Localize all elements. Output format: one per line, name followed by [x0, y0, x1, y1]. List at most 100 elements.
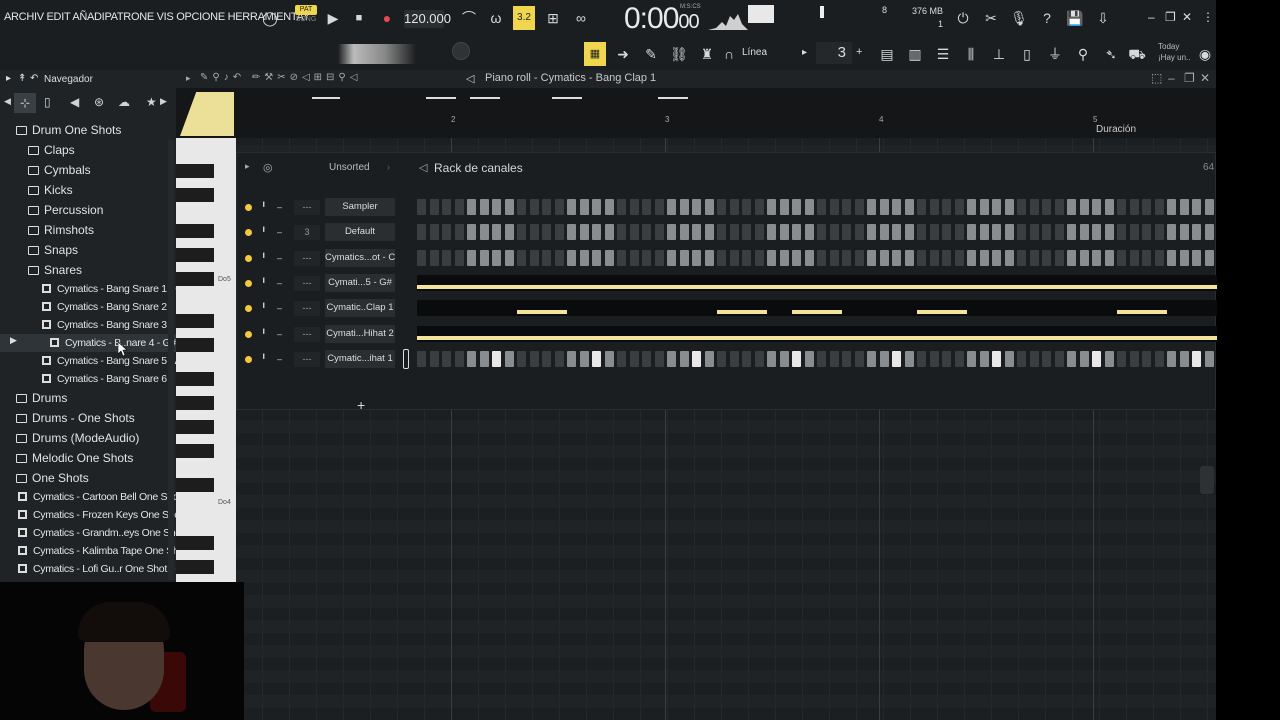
pianoroll-scrollbar[interactable]	[1200, 466, 1214, 494]
more-icon[interactable]: ⋮	[1202, 10, 1214, 24]
step-button[interactable]	[1042, 224, 1051, 241]
step-button[interactable]	[879, 249, 889, 266]
channel-pan-knob-icon[interactable]: ╹	[261, 303, 269, 313]
step-button[interactable]	[417, 199, 426, 215]
browser-menu-icon[interactable]: ▸	[6, 73, 11, 84]
browser-folder[interactable]: Percussion	[0, 200, 176, 220]
tab-speaker-icon[interactable]: ◀	[70, 95, 79, 109]
step-button[interactable]	[667, 224, 676, 241]
step-button[interactable]	[479, 224, 489, 241]
step-button[interactable]	[704, 350, 714, 367]
step-button[interactable]	[517, 199, 526, 215]
step-button[interactable]	[742, 199, 751, 215]
step-button[interactable]	[442, 350, 451, 367]
step-button[interactable]	[904, 350, 914, 367]
step-button[interactable]	[717, 350, 726, 367]
pianoroll-tools-icon[interactable]: ✎⚲♪↶ ✏⚒✂⊘◁⊞⊟⚲◁	[200, 72, 361, 83]
step-button[interactable]	[1167, 350, 1176, 367]
step-button[interactable]	[854, 224, 864, 241]
step-button[interactable]	[929, 350, 939, 367]
step-button[interactable]	[504, 199, 514, 215]
channel-pan-knob-icon[interactable]: ╹	[261, 253, 269, 263]
step-button[interactable]	[754, 350, 764, 367]
maximize-icon[interactable]: ❐	[1165, 10, 1176, 24]
step-button[interactable]	[467, 350, 476, 367]
rack-menu-icon[interactable]: ▸	[245, 161, 250, 172]
step-button[interactable]	[454, 199, 464, 215]
step-button[interactable]	[892, 249, 901, 266]
browser-file[interactable]: Cymatics - Bang Snare 6 - B	[0, 370, 176, 388]
duration-label[interactable]: Duración	[1096, 124, 1136, 135]
pianoroll-maximize-icon[interactable]: ❐	[1184, 71, 1195, 85]
add-channel-button[interactable]: +	[357, 397, 365, 413]
cut-icon[interactable]: ✂	[980, 8, 1002, 28]
channel-pan-knob-icon[interactable]: ╹	[261, 278, 269, 288]
step-button[interactable]	[529, 199, 539, 215]
step-button[interactable]	[1029, 350, 1039, 367]
channel-volume-knob-icon[interactable]: –	[277, 354, 285, 364]
step-button[interactable]	[479, 249, 489, 266]
pianoroll-detach-icon[interactable]: ⬚	[1151, 71, 1162, 85]
news-panel[interactable]: Today ¡Hay un..	[1158, 41, 1190, 63]
step-button[interactable]	[792, 350, 801, 367]
step-button[interactable]	[1054, 224, 1064, 241]
step-button[interactable]	[504, 249, 514, 266]
countdown-toggle[interactable]: 3.2	[513, 6, 535, 30]
channel-pan-knob-icon[interactable]: ╹	[261, 329, 269, 339]
step-button[interactable]	[504, 224, 514, 241]
step-button[interactable]	[567, 350, 576, 367]
step-button[interactable]	[829, 350, 839, 367]
step-button[interactable]	[1104, 199, 1114, 215]
step-button[interactable]	[842, 199, 851, 215]
step-button[interactable]	[1154, 224, 1164, 241]
step-button[interactable]	[1104, 224, 1114, 241]
step-button[interactable]	[492, 199, 501, 215]
channel-volume-knob-icon[interactable]: –	[277, 303, 285, 313]
browser-folder[interactable]: Claps	[0, 140, 176, 160]
step-button[interactable]	[442, 199, 451, 215]
step-button[interactable]	[692, 224, 701, 241]
step-button[interactable]	[1067, 199, 1076, 215]
browser-folder[interactable]: Cymbals	[0, 160, 176, 180]
step-button[interactable]	[1167, 249, 1176, 266]
channel-mute-led[interactable]	[245, 330, 252, 338]
browser-file[interactable]: Cymatics - Kalimba Tape One Shot - C	[0, 542, 176, 560]
channel-pan-knob-icon[interactable]: ╹	[261, 354, 269, 364]
step-button[interactable]	[417, 224, 426, 241]
new-file-icon[interactable]: ▯	[1016, 44, 1038, 64]
channel-name-button[interactable]: Cymati...Hihat 2	[325, 324, 395, 343]
step-button[interactable]	[1067, 350, 1076, 367]
step-button[interactable]	[1154, 249, 1164, 266]
browser-folder[interactable]: Drums (ModeAudio)	[0, 428, 176, 448]
channel-pan-knob-icon[interactable]: ╹	[261, 227, 269, 237]
step-button[interactable]	[979, 350, 989, 367]
browser-file[interactable]: Cymatics - Bang Snare 5 - A	[0, 352, 176, 370]
step-sequencer[interactable]	[417, 199, 1217, 215]
step-button[interactable]	[504, 350, 514, 367]
step-button[interactable]	[579, 249, 589, 266]
piano-keyboard[interactable]: Do5 Do4	[176, 138, 236, 582]
online-icon[interactable]: ◉	[1196, 44, 1214, 64]
step-button[interactable]	[992, 350, 1001, 367]
step-button[interactable]	[1067, 249, 1076, 266]
snap-arrow-icon[interactable]: ▸	[802, 47, 807, 58]
step-button[interactable]	[929, 249, 939, 266]
step-button[interactable]	[979, 249, 989, 266]
browser-folder[interactable]: Melodic One Shots	[0, 448, 176, 468]
channel-mixer-route[interactable]: ---	[294, 250, 320, 266]
tab-favorites-icon[interactable]: ★	[146, 95, 157, 109]
plugin-icon[interactable]: ⏚	[1044, 44, 1066, 64]
step-button[interactable]	[892, 199, 901, 215]
shop-icon[interactable]: ⛟	[1126, 44, 1148, 64]
step-button[interactable]	[1142, 350, 1151, 367]
step-button[interactable]	[817, 199, 826, 215]
step-button[interactable]	[1079, 224, 1089, 241]
step-button[interactable]	[492, 224, 501, 241]
step-button[interactable]	[1104, 249, 1114, 266]
playlist-icon[interactable]: ▤	[876, 44, 898, 64]
loop-record-icon[interactable]: ∞	[570, 8, 592, 28]
step-button[interactable]	[904, 199, 914, 215]
step-button[interactable]	[904, 224, 914, 241]
step-button[interactable]	[942, 350, 951, 367]
step-button[interactable]	[704, 199, 714, 215]
